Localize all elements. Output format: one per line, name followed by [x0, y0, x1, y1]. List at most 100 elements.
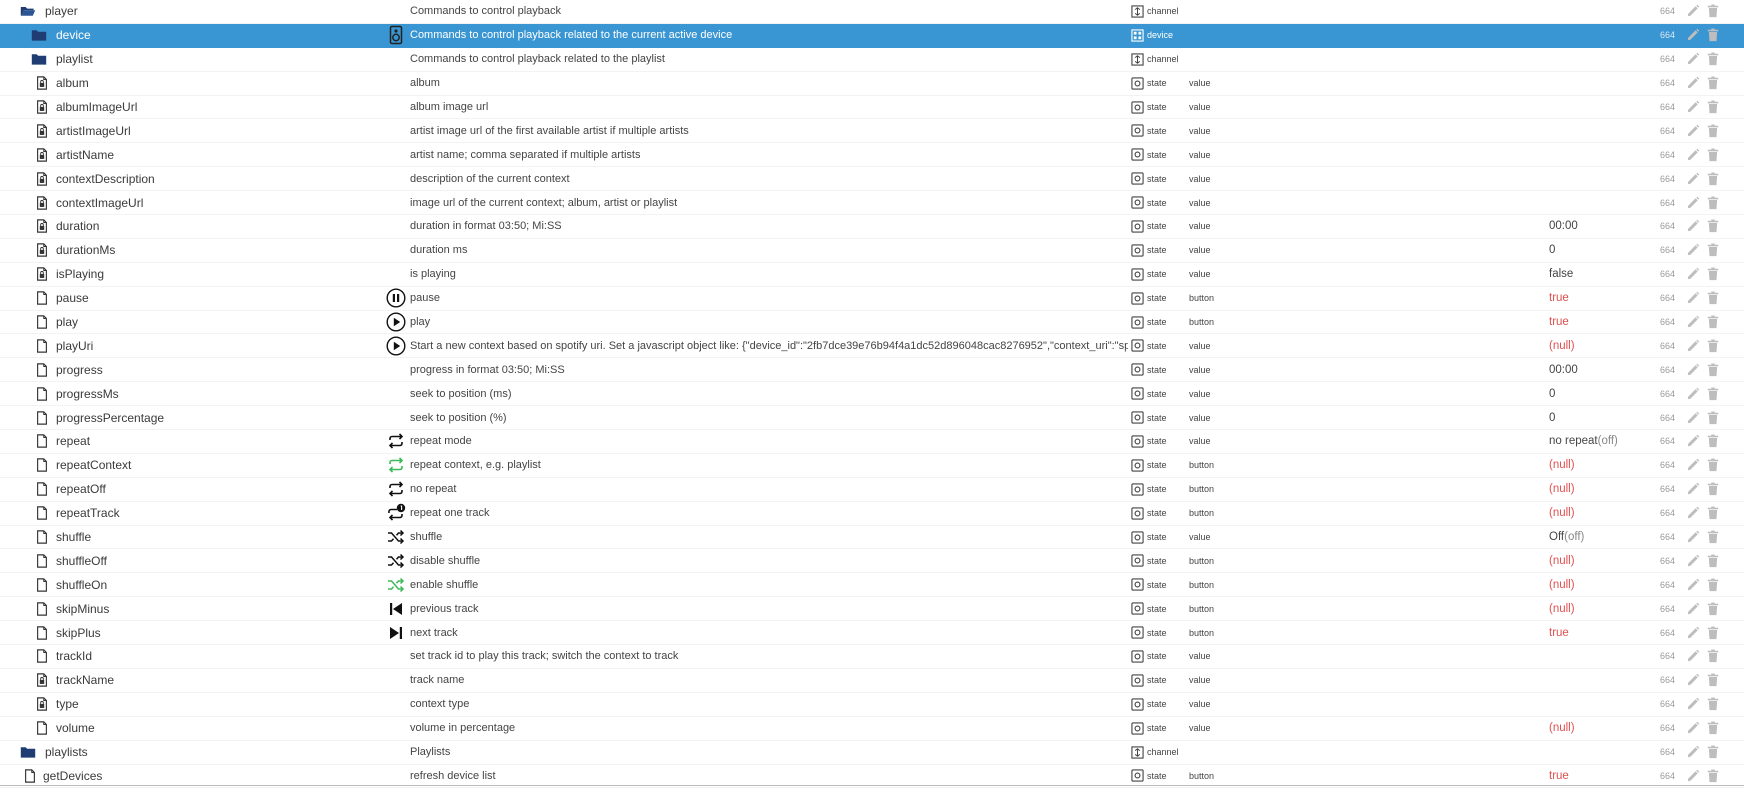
- node-name[interactable]: pause: [56, 287, 89, 310]
- edit-icon[interactable]: [1684, 478, 1702, 501]
- edit-icon[interactable]: [1684, 334, 1702, 357]
- acl-permissions[interactable]: 664: [1660, 96, 1675, 119]
- node-name[interactable]: progress: [56, 358, 103, 381]
- state-value[interactable]: true: [1549, 287, 1569, 310]
- node-name[interactable]: type: [56, 693, 79, 716]
- folder-icon[interactable]: [20, 741, 36, 764]
- file-icon[interactable]: [34, 717, 50, 740]
- file-icon[interactable]: [22, 765, 38, 788]
- acl-permissions[interactable]: 664: [1660, 454, 1675, 477]
- edit-icon[interactable]: [1684, 287, 1702, 310]
- delete-icon[interactable]: [1704, 334, 1722, 357]
- tree-row-shuffleOff[interactable]: shuffleOff disable shuffle state button (nul…: [0, 549, 1744, 574]
- tree-row-repeat[interactable]: repeat repeat mode state value no repeat (off…: [0, 430, 1744, 454]
- file-lock-icon[interactable]: [34, 263, 50, 286]
- acl-permissions[interactable]: 664: [1660, 645, 1675, 668]
- edit-icon[interactable]: [1684, 502, 1702, 525]
- delete-icon[interactable]: [1704, 621, 1722, 644]
- tree-row-isPlaying[interactable]: isPlaying is playing state value false 664: [0, 263, 1744, 287]
- acl-permissions[interactable]: 664: [1660, 119, 1675, 142]
- acl-permissions[interactable]: 664: [1660, 382, 1675, 405]
- state-value[interactable]: false: [1549, 263, 1573, 286]
- delete-icon[interactable]: [1704, 358, 1722, 381]
- file-lock-icon[interactable]: [34, 143, 50, 166]
- file-icon[interactable]: [34, 454, 50, 477]
- delete-icon[interactable]: [1704, 263, 1722, 286]
- file-lock-icon[interactable]: [34, 669, 50, 692]
- edit-icon[interactable]: [1684, 48, 1702, 71]
- acl-permissions[interactable]: 664: [1660, 311, 1675, 334]
- delete-icon[interactable]: [1704, 526, 1722, 549]
- delete-icon[interactable]: [1704, 406, 1722, 429]
- acl-permissions[interactable]: 664: [1660, 263, 1675, 286]
- node-name[interactable]: getDevices: [43, 765, 102, 788]
- delete-icon[interactable]: [1704, 311, 1722, 334]
- acl-permissions[interactable]: 664: [1660, 765, 1675, 788]
- state-value[interactable]: no repeat (off): [1549, 430, 1618, 453]
- delete-icon[interactable]: [1704, 717, 1722, 740]
- edit-icon[interactable]: [1684, 143, 1702, 166]
- tree-row-repeatOff[interactable]: repeatOff no repeat state button (null) 664: [0, 478, 1744, 502]
- acl-permissions[interactable]: 664: [1660, 48, 1675, 71]
- delete-icon[interactable]: [1704, 693, 1722, 716]
- file-icon[interactable]: [34, 549, 50, 572]
- state-value[interactable]: (null): [1549, 573, 1575, 596]
- delete-icon[interactable]: [1704, 215, 1722, 238]
- edit-icon[interactable]: [1684, 430, 1702, 453]
- acl-permissions[interactable]: 664: [1660, 478, 1675, 501]
- delete-icon[interactable]: [1704, 741, 1722, 764]
- node-name[interactable]: playlist: [56, 48, 93, 71]
- node-name[interactable]: progressMs: [56, 382, 119, 405]
- edit-icon[interactable]: [1684, 669, 1702, 692]
- tree-row-skipMinus[interactable]: skipMinus previous track state button (null)…: [0, 597, 1744, 622]
- acl-permissions[interactable]: 664: [1660, 621, 1675, 644]
- acl-permissions[interactable]: 664: [1660, 143, 1675, 166]
- state-value[interactable]: (null): [1549, 478, 1575, 501]
- state-value[interactable]: true: [1549, 621, 1569, 644]
- state-value[interactable]: (null): [1549, 717, 1575, 740]
- acl-permissions[interactable]: 664: [1660, 239, 1675, 262]
- acl-permissions[interactable]: 664: [1660, 167, 1675, 190]
- state-value[interactable]: true: [1549, 765, 1569, 788]
- file-icon[interactable]: [34, 406, 50, 429]
- node-name[interactable]: trackName: [56, 669, 114, 692]
- file-lock-icon[interactable]: [34, 191, 50, 214]
- node-name[interactable]: shuffleOff: [56, 549, 107, 572]
- acl-permissions[interactable]: 664: [1660, 334, 1675, 357]
- delete-icon[interactable]: [1704, 454, 1722, 477]
- edit-icon[interactable]: [1684, 573, 1702, 596]
- delete-icon[interactable]: [1704, 597, 1722, 620]
- node-name[interactable]: contextImageUrl: [56, 191, 143, 214]
- edit-icon[interactable]: [1684, 119, 1702, 142]
- acl-permissions[interactable]: 664: [1660, 526, 1675, 549]
- node-name[interactable]: albumImageUrl: [56, 96, 137, 119]
- delete-icon[interactable]: [1704, 765, 1722, 788]
- acl-permissions[interactable]: 664: [1660, 72, 1675, 95]
- delete-icon[interactable]: [1704, 119, 1722, 142]
- node-name[interactable]: progressPercentage: [56, 406, 164, 429]
- delete-icon[interactable]: [1704, 239, 1722, 262]
- file-icon[interactable]: [34, 478, 50, 501]
- acl-permissions[interactable]: 664: [1660, 669, 1675, 692]
- delete-icon[interactable]: [1704, 143, 1722, 166]
- node-name[interactable]: durationMs: [56, 239, 115, 262]
- folder-icon[interactable]: [31, 24, 47, 47]
- tree-row-progressPercentage[interactable]: progressPercentage seek to position (%) st…: [0, 406, 1744, 431]
- tree-row-repeatContext[interactable]: repeatContext repeat context, e.g. playli…: [0, 454, 1744, 478]
- acl-permissions[interactable]: 664: [1660, 430, 1675, 453]
- node-name[interactable]: skipPlus: [56, 621, 101, 644]
- tree-row-type[interactable]: type context type state value 664: [0, 693, 1744, 717]
- delete-icon[interactable]: [1704, 287, 1722, 310]
- acl-permissions[interactable]: 664: [1660, 358, 1675, 381]
- edit-icon[interactable]: [1684, 526, 1702, 549]
- node-name[interactable]: shuffle: [56, 526, 91, 549]
- edit-icon[interactable]: [1684, 96, 1702, 119]
- edit-icon[interactable]: [1684, 454, 1702, 477]
- node-name[interactable]: artistImageUrl: [56, 119, 131, 142]
- edit-icon[interactable]: [1684, 215, 1702, 238]
- tree-row-volume[interactable]: volume volume in percentage state value (nul…: [0, 717, 1744, 741]
- tree-row-progress[interactable]: progress progress in format 03:50; Mi:SS s…: [0, 358, 1744, 383]
- edit-icon[interactable]: [1684, 167, 1702, 190]
- edit-icon[interactable]: [1684, 191, 1702, 214]
- node-name[interactable]: player: [45, 0, 78, 23]
